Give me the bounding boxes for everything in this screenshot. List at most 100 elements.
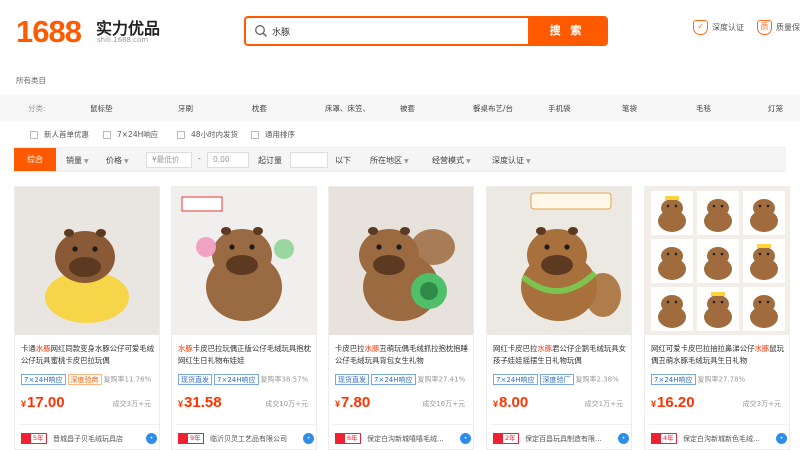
chat-icon[interactable]: • <box>618 433 629 444</box>
shop-row: 2年 保定百昌玩具制造有限... • <box>491 424 631 450</box>
moq-suffix: 以下 <box>335 156 351 165</box>
product-price: ¥31.58 <box>178 394 222 411</box>
product-title[interactable]: 卡通水豚网红同款变身水豚公仔可爱毛绒公仔玩具蜜桃卡皮巴拉玩偶 <box>21 343 155 367</box>
search-bar: 搜 索 <box>244 16 608 46</box>
sales-volume: 成交16万+元 <box>422 400 465 408</box>
shop-name[interactable]: 临沂贝灵工艺品有限公司 <box>210 434 302 444</box>
service-tag: 现货直发 <box>335 374 369 385</box>
region-dropdown[interactable]: 所在地区 ▼ <box>370 155 409 166</box>
currency-symbol: ¥ <box>493 399 499 409</box>
moq-label: 起订量 <box>258 156 282 165</box>
medal-icon <box>22 434 31 443</box>
product-image-wrapper[interactable] <box>329 187 473 335</box>
product-card[interactable]: 水豚卡皮巴拉玩偶正版公仔毛绒玩具抱枕网红生日礼物布娃娃 现货直发 7×24H响应复… <box>171 186 317 450</box>
keyword-highlight: 水豚 <box>35 344 51 353</box>
currency-symbol: ¥ <box>651 399 657 409</box>
product-card[interactable]: 卡皮巴拉水豚丑萌玩偶毛绒抓拉抱枕抱睡公仔毛绒玩具背包女生礼物 现货直发 7×24H… <box>328 186 474 450</box>
product-image <box>487 187 631 335</box>
category-item[interactable]: 鼠标垫 <box>90 103 113 114</box>
seller-years-badge: 4年 <box>651 433 677 444</box>
chat-icon[interactable]: • <box>303 433 314 444</box>
price-range-dash: - <box>198 154 201 163</box>
shop-name[interactable]: 晋城昌子贝毛绒玩具店 <box>53 434 145 444</box>
sort-default-tab[interactable]: 综合 <box>14 148 56 171</box>
all-categories-label: 所有类目 <box>16 76 46 85</box>
category-label: 分类: <box>28 104 46 113</box>
category-item[interactable]: 牙刷 <box>178 103 193 114</box>
product-card[interactable]: 网红可爱卡皮巴拉抽拉鼻涕公仔水豚鼠玩偶丑萌水豚毛绒玩具生日礼物 7×24H响应复… <box>644 186 790 450</box>
product-image-wrapper[interactable] <box>487 187 631 335</box>
seller-years-badge: 5年 <box>21 433 47 444</box>
checkbox[interactable] <box>103 131 111 139</box>
repurchase-rate: 复购率11.76% <box>103 375 152 384</box>
category-item[interactable]: 被套 <box>400 103 415 114</box>
product-tags: 7×24H响应 深度验商 复购率11.76% <box>21 374 161 385</box>
checkbox[interactable] <box>177 131 185 139</box>
product-tags: 7×24H响应 深度验厂 复购率2.38% <box>493 374 633 385</box>
category-item[interactable]: 枕套 <box>252 103 267 114</box>
product-image <box>172 187 316 335</box>
product-image-wrapper[interactable] <box>15 187 159 335</box>
shop-row: 9年 临沂贝灵工艺品有限公司 • <box>176 424 316 450</box>
deep-cert-dropdown[interactable]: 深度认证 ▼ <box>492 155 531 166</box>
site-header: 1688 实力优品 shili.1688.com 搜 索 ✓深度认证 质质量保 <box>0 0 800 64</box>
keyword-highlight: 水豚 <box>537 344 553 353</box>
service-tag: 现货直发 <box>178 374 212 385</box>
product-card[interactable]: 卡通水豚网红同款变身水豚公仔可爱毛绒公仔玩具蜜桃卡皮巴拉玩偶 7×24H响应 深度… <box>14 186 160 450</box>
brand-url: shili.1688.com <box>97 36 149 44</box>
product-card[interactable]: 网红卡皮巴拉水豚君公仔企鹅毛绒玩具女孩子娃娃摇摆生日礼物玩偶 7×24H响应 深度… <box>486 186 632 450</box>
trust-deep-cert[interactable]: ✓ 深度认证 <box>693 20 744 35</box>
business-model-dropdown[interactable]: 经营模式 ▼ <box>432 155 471 166</box>
shop-name[interactable]: 保定白沟新城嘻嘻毛绒... <box>367 434 459 444</box>
category-filter-row: 分类: 鼠标垫 牙刷 枕套 床罩、床笠、 被套 餐桌布艺/台 手机袋 笔袋 毛毯… <box>0 95 800 121</box>
product-image <box>329 187 473 335</box>
filter-24h-response[interactable]: 7×24H响应 <box>103 129 158 140</box>
moq-input[interactable] <box>290 152 328 168</box>
search-icon <box>255 25 267 37</box>
product-tags: 现货直发 7×24H响应 复购率38.57% <box>178 374 318 385</box>
repurchase-rate: 复购率38.57% <box>260 375 309 384</box>
filter-general-sort[interactable]: 通用排序 <box>251 129 295 140</box>
product-title[interactable]: 卡皮巴拉水豚丑萌玩偶毛绒抓拉抱枕抱睡公仔毛绒玩具背包女生礼物 <box>335 343 469 367</box>
checkbox[interactable] <box>251 131 259 139</box>
chevron-down-icon: ▼ <box>466 158 471 165</box>
category-item[interactable]: 床罩、床笠、 <box>325 103 370 114</box>
product-image-wrapper[interactable] <box>172 187 316 335</box>
category-item[interactable]: 手机袋 <box>548 103 571 114</box>
product-title[interactable]: 水豚卡皮巴拉玩偶正版公仔毛绒玩具抱枕网红生日礼物布娃娃 <box>178 343 312 367</box>
site-logo[interactable]: 1688 <box>16 14 82 50</box>
shop-name[interactable]: 保定百昌玩具制造有限... <box>525 434 617 444</box>
category-item[interactable]: 灯笼 <box>768 103 783 114</box>
keyword-highlight: 水豚 <box>754 344 770 353</box>
sort-price[interactable]: 价格 ▼ <box>106 155 129 166</box>
shop-name[interactable]: 保定白沟新城新色毛绒... <box>683 434 775 444</box>
category-item[interactable]: 餐桌布艺/台 <box>473 103 513 114</box>
chat-icon[interactable]: • <box>460 433 471 444</box>
product-tags: 7×24H响应 复购率27.78% <box>651 374 791 385</box>
repurchase-rate: 复购率27.78% <box>697 375 746 384</box>
trust-quality[interactable]: 质质量保 <box>757 20 800 35</box>
service-tag: 深度验商 <box>67 374 102 385</box>
checkbox[interactable] <box>30 131 38 139</box>
filter-48h-shipping[interactable]: 48小时内发货 <box>177 129 238 140</box>
max-price-input[interactable]: 0.00 <box>207 152 249 168</box>
chat-icon[interactable]: • <box>146 433 157 444</box>
search-button[interactable]: 搜 索 <box>528 18 606 44</box>
service-tag: 深度验厂 <box>539 374 574 385</box>
category-item[interactable]: 毛毯 <box>696 103 711 114</box>
service-tag: 7×24H响应 <box>371 374 416 385</box>
search-input[interactable] <box>272 18 522 44</box>
repurchase-rate: 复购率2.38% <box>575 375 619 384</box>
currency-symbol: ¥ <box>178 399 184 409</box>
filter-new-user-discount[interactable]: 新人首单优惠 <box>30 129 89 140</box>
chevron-down-icon: ▼ <box>404 158 409 165</box>
product-image-wrapper[interactable] <box>645 187 789 335</box>
min-price-input[interactable]: ¥最低价 <box>146 152 192 168</box>
product-title[interactable]: 网红卡皮巴拉水豚君公仔企鹅毛绒玩具女孩子娃娃摇摆生日礼物玩偶 <box>493 343 627 367</box>
product-title[interactable]: 网红可爱卡皮巴拉抽拉鼻涕公仔水豚鼠玩偶丑萌水豚毛绒玩具生日礼物 <box>651 343 785 367</box>
category-item[interactable]: 笔袋 <box>622 103 637 114</box>
chat-icon[interactable]: • <box>776 433 787 444</box>
chevron-down-icon: ▼ <box>124 158 129 165</box>
sort-sales[interactable]: 销量 ▼ <box>66 155 89 166</box>
product-price: ¥16.20 <box>651 394 695 411</box>
